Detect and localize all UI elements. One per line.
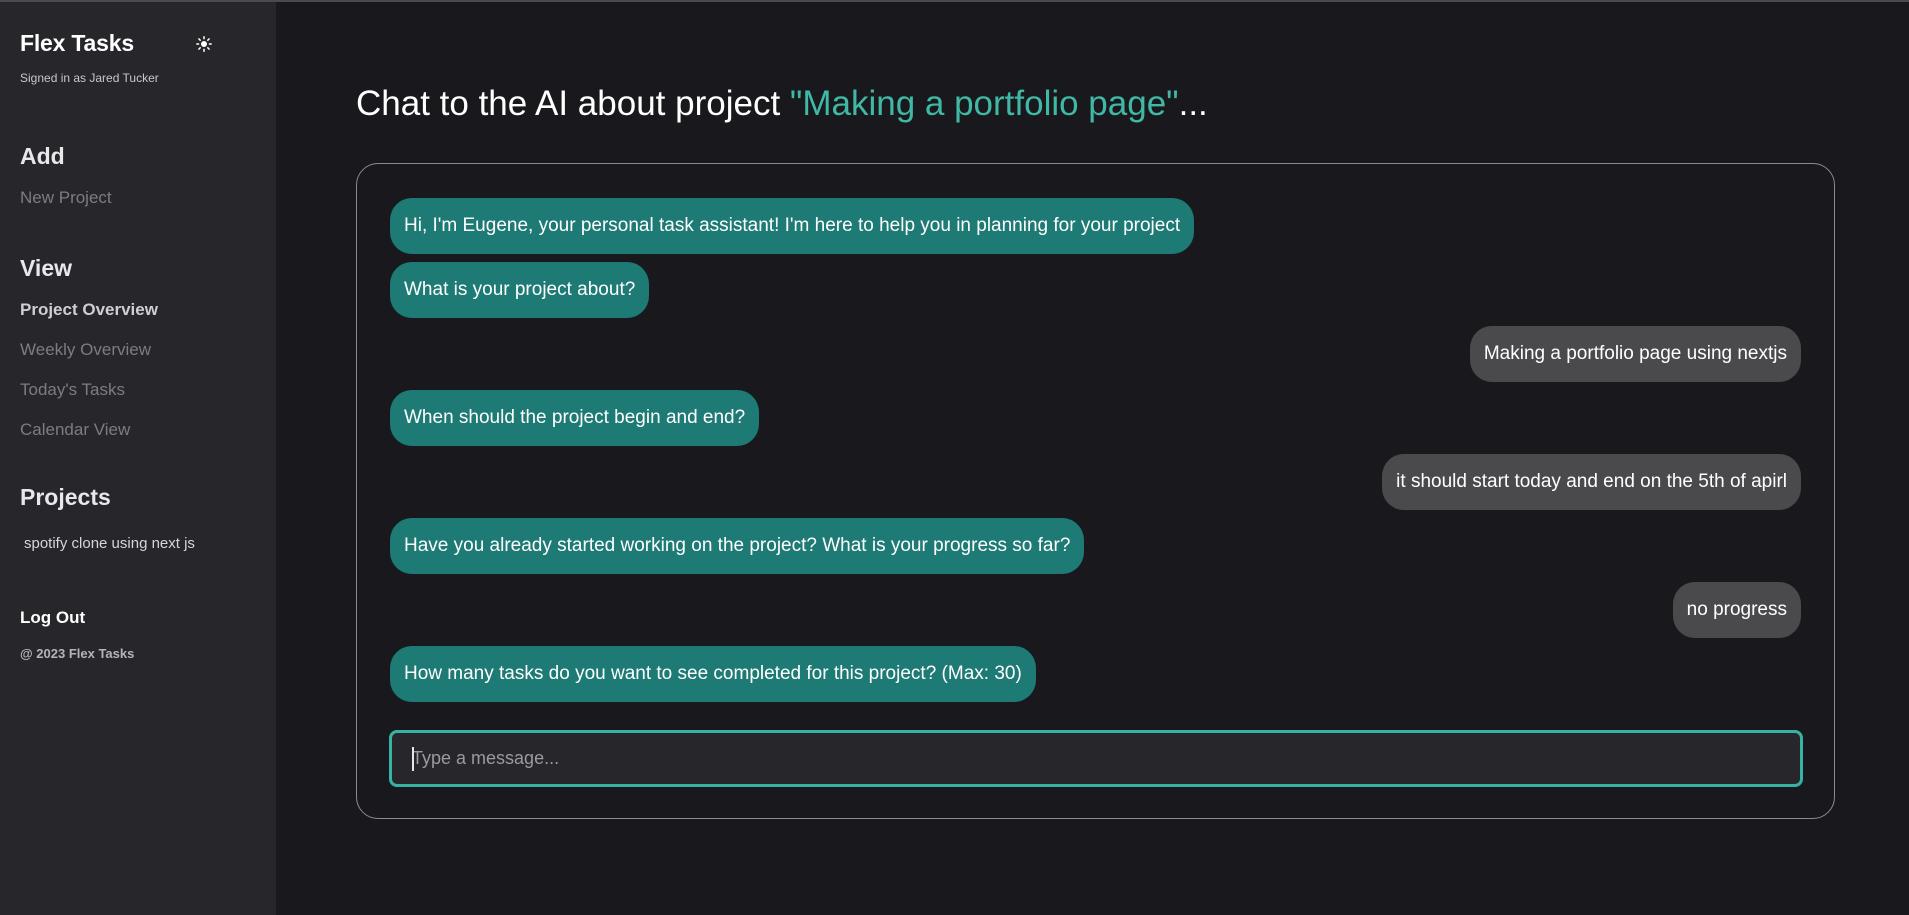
logout-button[interactable]: Log Out xyxy=(20,608,85,628)
sidebar: Flex Tasks Signed in as Jared Tucker Add… xyxy=(0,2,276,915)
main-content: Chat to the AI about project "Making a p… xyxy=(276,2,1909,915)
page-title-suffix: ... xyxy=(1178,84,1208,123)
sidebar-item-project-overview[interactable]: Project Overview xyxy=(20,300,158,320)
user-message-bubble: Making a portfolio page using nextjs xyxy=(1469,326,1801,382)
sidebar-item-calendar-view[interactable]: Calendar View xyxy=(20,420,130,440)
ai-message-bubble: What is your project about? xyxy=(390,262,650,318)
page-title-prefix: Chat to the AI about project xyxy=(356,84,790,123)
ai-message-bubble: Hi, I'm Eugene, your personal task assis… xyxy=(390,198,1195,254)
message-input-wrapper xyxy=(389,730,1803,787)
sun-icon-glyph xyxy=(196,35,212,52)
app-title: Flex Tasks xyxy=(20,30,134,56)
section-add-title: Add xyxy=(20,143,65,169)
sidebar-project-item[interactable]: spotify clone using next js xyxy=(24,535,195,552)
copyright-text: @ 2023 Flex Tasks xyxy=(20,646,135,661)
ai-message-bubble: How many tasks do you want to see comple… xyxy=(390,646,1036,702)
user-message-bubble: no progress xyxy=(1672,582,1801,638)
ai-message-bubble: Have you already started working on the … xyxy=(390,518,1085,574)
user-message-bubble: it should start today and end on the 5th… xyxy=(1382,454,1801,510)
sidebar-item-todays-tasks[interactable]: Today's Tasks xyxy=(20,380,125,400)
sidebar-item-new-project[interactable]: New Project xyxy=(20,188,112,208)
signed-in-label: Signed in as Jared Tucker xyxy=(20,71,159,85)
sun-icon[interactable] xyxy=(194,34,214,54)
ai-message-bubble: When should the project begin and end? xyxy=(390,390,760,446)
sidebar-item-weekly-overview[interactable]: Weekly Overview xyxy=(20,340,151,360)
page-title: Chat to the AI about project "Making a p… xyxy=(356,84,1208,124)
text-caret xyxy=(412,747,414,771)
app-window: Flex Tasks Signed in as Jared Tucker Add… xyxy=(0,0,1909,915)
chat-panel: Hi, I'm Eugene, your personal task assis… xyxy=(356,163,1835,819)
brand-row: Flex Tasks xyxy=(20,30,214,57)
section-view-title: View xyxy=(20,255,72,281)
message-input[interactable] xyxy=(392,733,1800,784)
page-title-project-name: "Making a portfolio page" xyxy=(789,84,1179,123)
section-projects-title: Projects xyxy=(20,484,111,510)
